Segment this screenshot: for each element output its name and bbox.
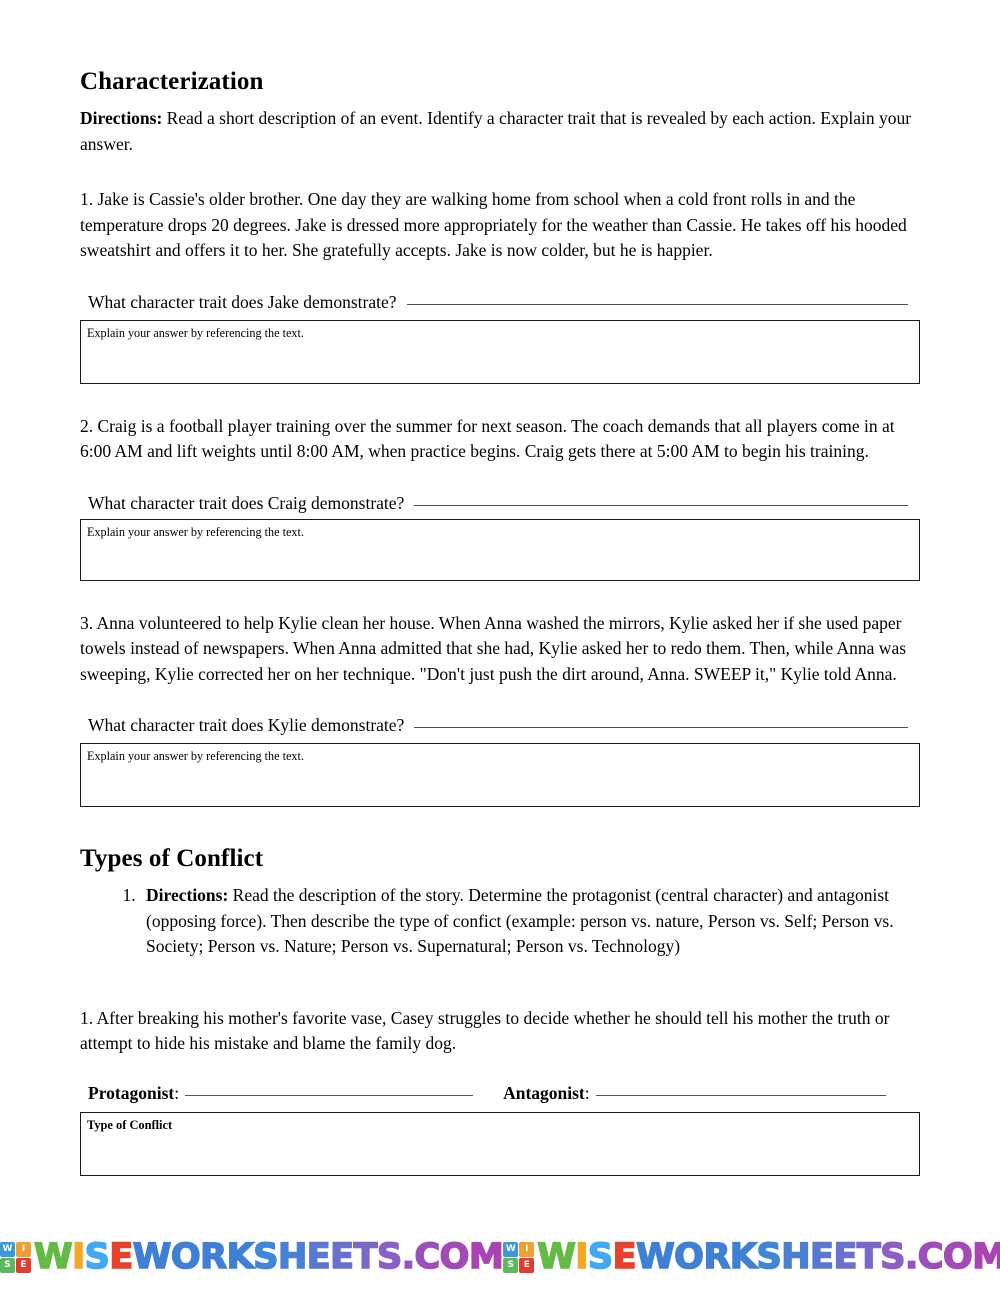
directions-text: Read a short description of an event. Id… <box>80 108 912 154</box>
watermark-letter: S <box>252 1236 279 1277</box>
watermark-letter: S <box>376 1236 403 1277</box>
watermark-footer: WISE WISEWORKSHEETS.COM WISE WISEWORKSHE… <box>0 1229 1000 1285</box>
logo-tile-w: W <box>0 1241 15 1257</box>
wiseworksheets-logo-icon: WISE <box>0 1241 31 1273</box>
watermark-letter: E <box>809 1236 835 1277</box>
watermark-wordmark-1: WISEWORKSHEETS.COM <box>33 1236 504 1277</box>
logo-tile-w: W <box>503 1241 519 1257</box>
watermark-letter: . <box>904 1236 919 1277</box>
passage-2: 2. Craig is a football player training o… <box>80 415 895 462</box>
answer-box-hint-3: Explain your answer by referencing the t… <box>87 749 304 763</box>
question-text-1: What character trait does Jake demonstra… <box>88 291 397 312</box>
answer-line-3[interactable] <box>414 727 908 728</box>
logo-tile-i: I <box>519 1241 535 1257</box>
watermark-letter: T <box>856 1236 882 1277</box>
answer-box-hint-2: Explain your answer by referencing the t… <box>87 524 304 539</box>
watermark-letter: W <box>635 1236 675 1277</box>
watermark-letter: O <box>673 1236 704 1277</box>
protagonist-label: Protagonist <box>88 1082 175 1103</box>
watermark-letter: M <box>971 1236 1000 1277</box>
watermark-letter: E <box>109 1236 135 1277</box>
conflict-directions-list: Directions: Read the description of the … <box>80 883 920 960</box>
watermark-letter: E <box>612 1236 638 1277</box>
answer-box-2[interactable]: Explain your answer by referencing the t… <box>80 518 920 581</box>
watermark-letter: W <box>132 1236 172 1277</box>
section-title-characterization: Characterization <box>80 68 264 95</box>
section-title-types-of-conflict: Types of Conflict <box>80 845 264 872</box>
antagonist-label: Antagonist <box>503 1082 585 1103</box>
directions-label: Directions: <box>80 108 163 128</box>
question-row-3: What character trait does Kylie demonstr… <box>80 713 920 737</box>
watermark-letter: O <box>170 1236 201 1277</box>
watermark-letter: I <box>575 1236 590 1277</box>
logo-tile-s: S <box>0 1257 15 1273</box>
conflict-passage-1: 1. After breaking his mother's favorite … <box>80 1007 890 1054</box>
protagonist-antagonist-row: Protagonist: Antagonist: <box>80 1083 916 1104</box>
protagonist-colon: : <box>174 1082 180 1103</box>
watermark-letter: K <box>729 1236 758 1277</box>
logo-tile-s: S <box>503 1257 519 1273</box>
watermark-copy-1: WISE WISEWORKSHEETS.COM <box>0 1236 505 1277</box>
worksheet-page: Characterization Directions: Read a shor… <box>0 0 1000 1291</box>
watermark-letter: C <box>917 1236 944 1277</box>
question-row-2: What character trait does Craig demonstr… <box>80 491 920 515</box>
answer-box-3[interactable]: Explain your answer by referencing the t… <box>80 743 920 807</box>
wiseworksheets-logo-icon: WISE <box>503 1241 535 1273</box>
protagonist-input-line[interactable] <box>185 1094 474 1096</box>
characterization-directions: Directions: Read a short description of … <box>80 106 920 157</box>
question-text-3: What character trait does Kylie demonstr… <box>88 715 405 735</box>
watermark-letter: W <box>536 1236 576 1277</box>
answer-box-1[interactable]: Explain your answer by referencing the t… <box>80 319 920 384</box>
passage-3: 3. Anna volunteered to help Kylie clean … <box>80 612 907 684</box>
watermark-letter: S <box>879 1236 906 1277</box>
question-text-2: What character trait does Craig demonstr… <box>88 492 405 513</box>
watermark-letter: K <box>226 1236 255 1277</box>
watermark-letter: R <box>703 1236 732 1277</box>
logo-tile-i: I <box>16 1241 31 1257</box>
worksheet-content: Characterization Directions: Read a shor… <box>80 68 920 1176</box>
watermark-letter: I <box>71 1236 86 1277</box>
directions-text-conflict: Read the description of the story. Deter… <box>146 885 894 956</box>
antagonist-input-line[interactable] <box>595 1094 886 1096</box>
watermark-letter: T <box>353 1236 379 1277</box>
answer-box-hint-1: Explain your answer by referencing the t… <box>87 325 304 340</box>
watermark-letter: C <box>414 1236 441 1277</box>
watermark-letter: . <box>401 1236 416 1277</box>
conflict-directions-item: Directions: Read the description of the … <box>140 883 920 960</box>
question-row-1: What character trait does Jake demonstra… <box>80 290 920 314</box>
watermark-letter: M <box>468 1236 504 1277</box>
watermark-letter: E <box>329 1236 355 1277</box>
watermark-letter: S <box>84 1236 111 1277</box>
watermark-letter: O <box>942 1236 973 1277</box>
answer-line-2[interactable] <box>414 504 908 506</box>
watermark-letter: S <box>587 1236 614 1277</box>
watermark-letter: H <box>277 1236 308 1277</box>
watermark-letter: R <box>199 1236 228 1277</box>
passage-1: 1. Jake is Cassie's older brother. One d… <box>80 189 907 260</box>
watermark-letter: S <box>756 1236 783 1277</box>
watermark-letter: W <box>33 1236 73 1277</box>
type-of-conflict-hint: Type of Conflict <box>87 1117 173 1132</box>
type-of-conflict-box[interactable]: Type of Conflict <box>80 1111 920 1176</box>
watermark-letter: H <box>780 1236 811 1277</box>
logo-tile-e: E <box>16 1257 31 1273</box>
watermark-copy-2: WISE WISEWORKSHEETS.COM <box>503 1236 1000 1277</box>
watermark-letter: E <box>833 1236 859 1277</box>
watermark-letter: O <box>439 1236 470 1277</box>
watermark-wordmark-2: WISEWORKSHEETS.COM <box>536 1236 1000 1277</box>
watermark-letter: E <box>306 1236 332 1277</box>
answer-line-1[interactable] <box>406 303 908 305</box>
logo-tile-e: E <box>519 1257 535 1273</box>
directions-label-conflict: Directions: <box>146 885 229 905</box>
antagonist-colon: : <box>584 1082 590 1103</box>
